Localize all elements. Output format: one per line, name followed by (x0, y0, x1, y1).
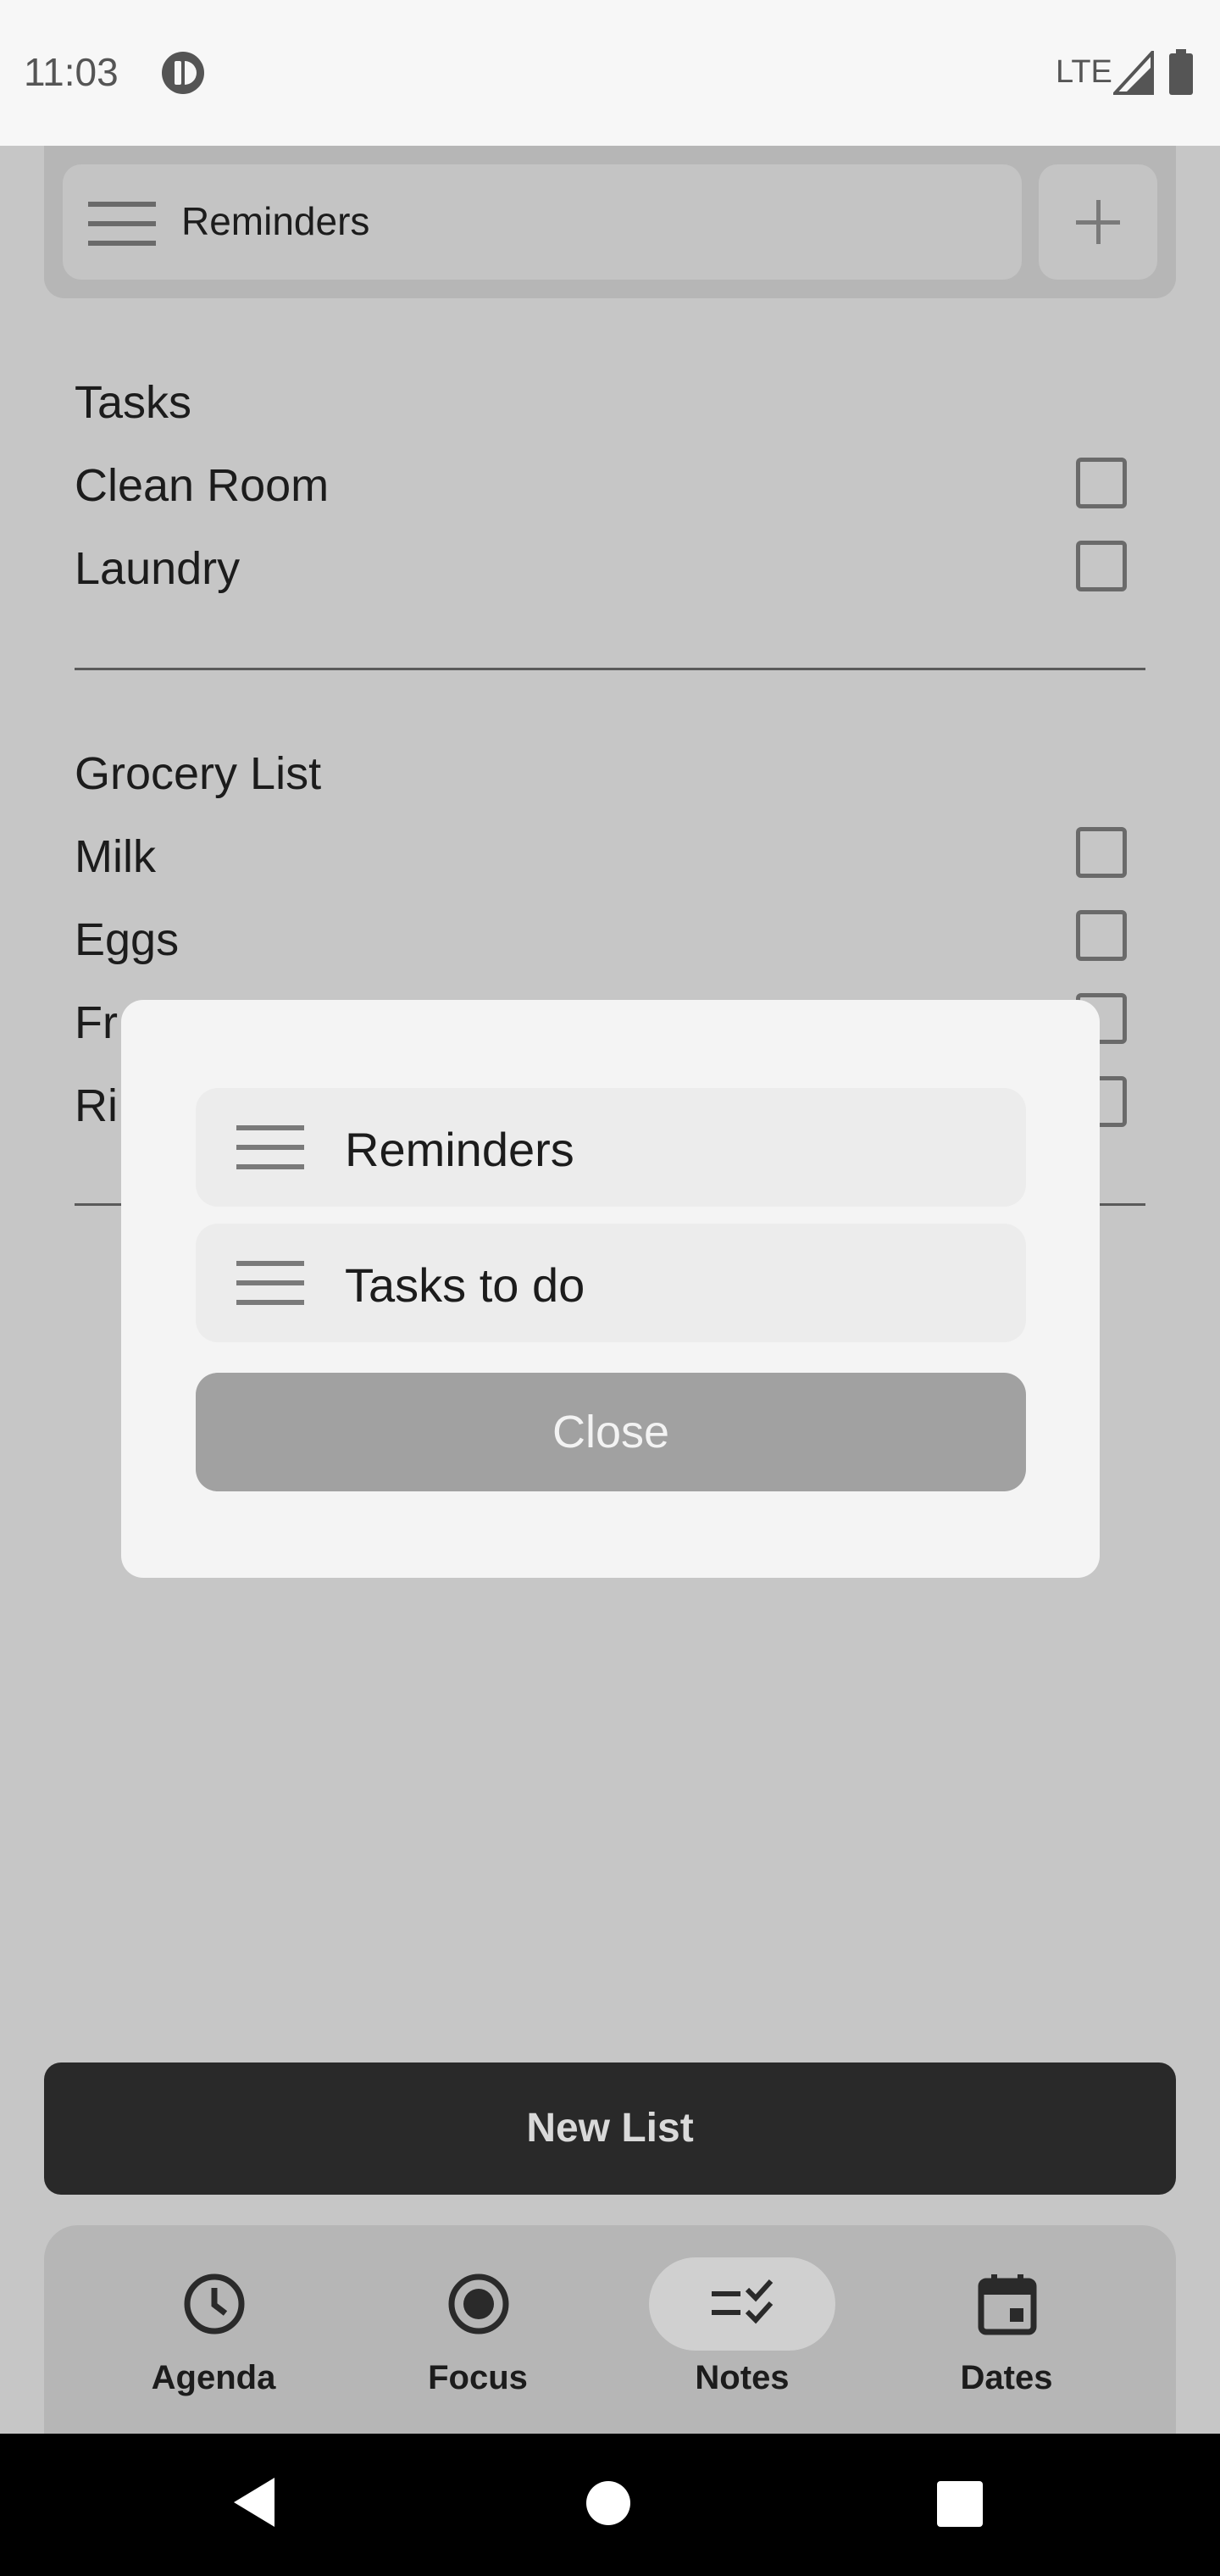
dialog-option-label: Reminders (345, 1123, 574, 1176)
app-notification-icon (161, 51, 205, 95)
dialog-list-option-tasks-to-do[interactable]: Tasks to do (196, 1224, 1026, 1342)
add-list-button[interactable] (1039, 164, 1157, 280)
home-icon[interactable] (586, 2481, 630, 2525)
list-item-label: Fr (75, 997, 118, 1048)
nav-icon-container (385, 2257, 571, 2351)
nav-icon-container-active (649, 2257, 835, 2351)
back-icon[interactable] (234, 2478, 276, 2527)
list-item-label: Ri (75, 1080, 118, 1131)
bottom-navigation: Agenda Focus Notes Dates (44, 2225, 1176, 2434)
nav-label: Dates (960, 2359, 1053, 2396)
item-checkbox[interactable] (1076, 827, 1127, 878)
menu-icon (236, 1261, 304, 1305)
nav-item-notes[interactable]: Notes (632, 2251, 852, 2412)
nav-item-dates[interactable]: Dates (896, 2251, 1117, 2412)
clock-icon (184, 2273, 245, 2334)
network-type: LTE (1056, 54, 1112, 90)
battery-icon (1169, 49, 1193, 95)
nav-label: Agenda (151, 2359, 276, 2396)
menu-icon (236, 1125, 304, 1169)
list-item-label: Laundry (75, 543, 241, 594)
menu-icon[interactable] (88, 202, 156, 246)
status-time: 11:03 (24, 50, 119, 94)
nav-label: Focus (428, 2359, 528, 2396)
dialog-list-option-reminders[interactable]: Reminders (196, 1088, 1026, 1207)
recents-icon[interactable] (937, 2481, 983, 2527)
close-button[interactable]: Close (196, 1373, 1026, 1491)
dialog-option-label: Tasks to do (345, 1258, 585, 1312)
list-item-label: Milk (75, 831, 156, 882)
signal-icon (1111, 47, 1154, 95)
list-title-grocery: Grocery List (75, 748, 322, 799)
nav-label: Notes (695, 2359, 790, 2396)
nav-icon-container (120, 2257, 307, 2351)
list-picker-dialog: Reminders Tasks to do Close (121, 1000, 1100, 1578)
list-item-label: Eggs (75, 914, 180, 965)
list-divider (75, 668, 1145, 670)
checklist-icon (712, 2279, 774, 2324)
item-checkbox[interactable] (1076, 910, 1127, 961)
calendar-icon (978, 2274, 1037, 2335)
item-checkbox[interactable] (1076, 541, 1127, 591)
item-checkbox[interactable] (1076, 458, 1127, 508)
nav-item-agenda[interactable]: Agenda (103, 2251, 324, 2412)
nav-icon-container (913, 2257, 1100, 2351)
list-item-label: Clean Room (75, 460, 330, 511)
selected-list-name: Reminders (181, 199, 370, 243)
plus-icon (1076, 200, 1120, 244)
list-title-tasks: Tasks (75, 377, 192, 428)
new-list-button[interactable]: New List (44, 2062, 1176, 2195)
nav-item-focus[interactable]: Focus (368, 2251, 588, 2412)
radio-target-icon (448, 2273, 509, 2334)
system-navigation-bar (0, 2434, 1220, 2576)
